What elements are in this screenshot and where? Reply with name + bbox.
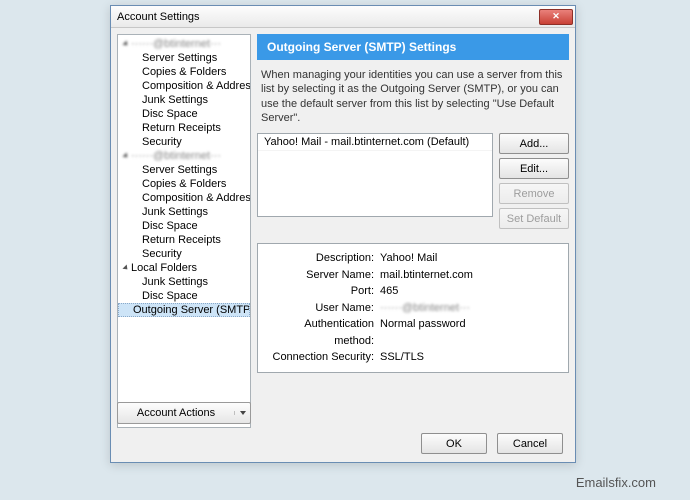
account-name: ······@btinternet··· bbox=[131, 150, 221, 162]
detail-value-description: Yahoo! Mail bbox=[380, 250, 562, 267]
smtp-details-pane: Description:Yahoo! Mail Server Name:mail… bbox=[257, 243, 569, 373]
dialog-body: ······@btinternet··· Server Settings Cop… bbox=[111, 28, 575, 428]
dialog-footer: OK Cancel bbox=[421, 433, 563, 454]
smtp-server-list[interactable]: Yahoo! Mail - mail.btinternet.com (Defau… bbox=[257, 133, 493, 217]
add-button-label: Add... bbox=[520, 138, 549, 150]
tree-item-disc-space[interactable]: Disc Space bbox=[118, 289, 250, 303]
main-description: When managing your identities you can us… bbox=[257, 60, 569, 133]
close-icon: ✕ bbox=[552, 11, 560, 22]
tree-item-composition[interactable]: Composition & Addressing bbox=[118, 79, 250, 93]
smtp-server-list-item[interactable]: Yahoo! Mail - mail.btinternet.com (Defau… bbox=[258, 134, 492, 151]
detail-label-user-name: User Name: bbox=[264, 300, 380, 317]
smtp-server-area: Yahoo! Mail - mail.btinternet.com (Defau… bbox=[257, 133, 569, 233]
remove-button-label: Remove bbox=[514, 188, 555, 200]
dropdown-toggle[interactable] bbox=[234, 411, 250, 415]
main-pane: Outgoing Server (SMTP) Settings When man… bbox=[257, 34, 569, 428]
tree-item-junk[interactable]: Junk Settings bbox=[118, 205, 250, 219]
detail-label-auth: Authentication method: bbox=[264, 316, 380, 349]
tree-item-junk[interactable]: Junk Settings bbox=[118, 93, 250, 107]
local-folders-node[interactable]: Local Folders bbox=[118, 261, 250, 275]
add-button[interactable]: Add... bbox=[499, 133, 569, 154]
detail-label-description: Description: bbox=[264, 250, 380, 267]
window-title: Account Settings bbox=[117, 11, 200, 23]
set-default-button-label: Set Default bbox=[507, 213, 561, 225]
tree-item-disc-space[interactable]: Disc Space bbox=[118, 107, 250, 121]
chevron-down-icon bbox=[122, 152, 129, 159]
edit-button-label: Edit... bbox=[520, 163, 548, 175]
chevron-down-icon bbox=[122, 264, 129, 271]
chevron-down-icon bbox=[240, 411, 246, 415]
smtp-button-column: Add... Edit... Remove Set Default bbox=[499, 133, 569, 233]
account-actions-label: Account Actions bbox=[118, 407, 234, 419]
tree-item-composition[interactable]: Composition & Addressing bbox=[118, 191, 250, 205]
account-node[interactable]: ······@btinternet··· bbox=[118, 149, 250, 163]
remove-button[interactable]: Remove bbox=[499, 183, 569, 204]
tree-item-security[interactable]: Security bbox=[118, 247, 250, 261]
tree-item-junk[interactable]: Junk Settings bbox=[118, 275, 250, 289]
main-header: Outgoing Server (SMTP) Settings bbox=[257, 34, 569, 60]
cancel-button-label: Cancel bbox=[513, 438, 547, 450]
watermark: Emailsfix.com bbox=[576, 475, 656, 490]
tree-item-return-receipts[interactable]: Return Receipts bbox=[118, 121, 250, 135]
detail-value-server-name: mail.btinternet.com bbox=[380, 267, 562, 284]
titlebar: Account Settings ✕ bbox=[111, 6, 575, 28]
detail-label-conn: Connection Security: bbox=[264, 349, 380, 366]
detail-label-server-name: Server Name: bbox=[264, 267, 380, 284]
ok-button-label: OK bbox=[446, 438, 462, 450]
tree-item-server-settings[interactable]: Server Settings bbox=[118, 163, 250, 177]
tree-item-copies-folders[interactable]: Copies & Folders bbox=[118, 177, 250, 191]
ok-button[interactable]: OK bbox=[421, 433, 487, 454]
set-default-button[interactable]: Set Default bbox=[499, 208, 569, 229]
tree-item-copies-folders[interactable]: Copies & Folders bbox=[118, 65, 250, 79]
tree-item-security[interactable]: Security bbox=[118, 135, 250, 149]
detail-value-user-name: ······@btinternet··· bbox=[380, 300, 562, 317]
detail-value-port: 465 bbox=[380, 283, 562, 300]
cancel-button[interactable]: Cancel bbox=[497, 433, 563, 454]
tree-item-outgoing-smtp[interactable]: Outgoing Server (SMTP) bbox=[118, 303, 250, 317]
account-actions: Account Actions bbox=[117, 402, 251, 424]
account-node[interactable]: ······@btinternet··· bbox=[118, 37, 250, 51]
close-button[interactable]: ✕ bbox=[539, 9, 573, 25]
tree-item-disc-space[interactable]: Disc Space bbox=[118, 219, 250, 233]
tree-item-server-settings[interactable]: Server Settings bbox=[118, 51, 250, 65]
detail-value-conn: SSL/TLS bbox=[380, 349, 562, 366]
chevron-down-icon bbox=[122, 40, 129, 47]
tree-item-return-receipts[interactable]: Return Receipts bbox=[118, 233, 250, 247]
account-name: ······@btinternet··· bbox=[131, 38, 221, 50]
detail-value-auth: Normal password bbox=[380, 316, 562, 349]
detail-label-port: Port: bbox=[264, 283, 380, 300]
account-settings-dialog: Account Settings ✕ ······@btinternet··· … bbox=[110, 5, 576, 463]
edit-button[interactable]: Edit... bbox=[499, 158, 569, 179]
account-actions-button[interactable]: Account Actions bbox=[117, 402, 251, 424]
local-folders-label: Local Folders bbox=[131, 262, 197, 274]
account-tree: ······@btinternet··· Server Settings Cop… bbox=[117, 34, 251, 428]
